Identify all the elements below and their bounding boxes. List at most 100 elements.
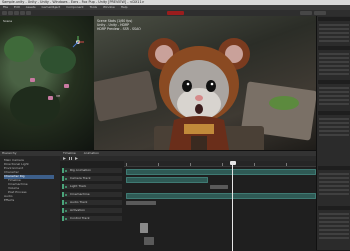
mouse-character <box>148 38 250 150</box>
inspector-field[interactable] <box>319 32 349 34</box>
hierarchy-tab[interactable]: Hierarchy <box>0 151 60 156</box>
foliage <box>4 36 34 62</box>
inspector-field[interactable] <box>319 61 349 63</box>
inspector-field[interactable] <box>319 185 349 187</box>
hierarchy-panel: Hierarchy Main Camera Directional Light … <box>0 150 60 251</box>
inspector-field[interactable] <box>319 95 349 97</box>
inspector-field[interactable] <box>319 69 349 71</box>
track-name: Audio Track <box>70 200 88 204</box>
scene-view-left[interactable]: Scene VH <box>0 16 94 150</box>
timeline-clip[interactable] <box>126 192 316 199</box>
track-header[interactable]: Camera Track <box>62 176 122 181</box>
inspector-panel <box>316 16 350 250</box>
inspector-field[interactable] <box>319 213 349 215</box>
inspector-field[interactable] <box>319 221 349 223</box>
stats-overlay: Scene Stats (1/60 fps) Unity - Unity - H… <box>97 19 141 32</box>
view-label: Scene <box>3 19 13 23</box>
inspector-field[interactable] <box>319 225 349 227</box>
menu-tools[interactable]: Tools <box>90 5 97 9</box>
playhead[interactable] <box>232 161 233 251</box>
inspector-field[interactable] <box>319 118 349 120</box>
inspector-field[interactable] <box>319 65 349 67</box>
inspector-section-header[interactable] <box>318 166 350 170</box>
inspector-field[interactable] <box>319 36 349 38</box>
inspector-field[interactable] <box>319 237 349 239</box>
inspector-section-header[interactable] <box>318 206 350 210</box>
inspector-field[interactable] <box>319 91 349 93</box>
inspector-field[interactable] <box>319 73 349 75</box>
timeline-ruler[interactable] <box>124 161 316 167</box>
ruler-tick <box>254 163 255 166</box>
menu-gameobject[interactable]: GameObject <box>42 5 61 9</box>
inspector-field[interactable] <box>319 217 349 219</box>
foliage <box>40 46 76 74</box>
timeline-clip[interactable] <box>140 223 148 233</box>
inspector-section-header[interactable] <box>318 46 350 50</box>
tab-animation[interactable]: Animation <box>84 151 99 155</box>
layers-dropdown[interactable] <box>300 11 312 15</box>
inspector-field[interactable] <box>319 99 349 101</box>
menu-component[interactable]: Component <box>66 5 83 9</box>
gizmo-marker[interactable] <box>30 78 35 82</box>
inspector-field[interactable] <box>319 53 349 55</box>
rotate-tool-button[interactable] <box>14 11 19 15</box>
track-name: Control Track <box>70 216 90 220</box>
inspector-field[interactable] <box>319 87 349 89</box>
game-view[interactable]: Scene Stats (1/60 fps) Unity - Unity - H… <box>94 16 316 150</box>
moss <box>269 96 299 110</box>
layout-dropdown[interactable] <box>314 11 326 15</box>
inspector-field[interactable] <box>319 173 349 175</box>
inspector-field[interactable] <box>319 181 349 183</box>
inspector-field[interactable] <box>319 122 349 124</box>
inspector-field[interactable] <box>319 229 349 231</box>
ruler-tick <box>222 163 223 166</box>
inspector-section-header[interactable] <box>318 111 350 115</box>
inspector-field[interactable] <box>319 24 349 26</box>
track-header[interactable]: Rig Animation <box>62 168 122 173</box>
inspector-field[interactable] <box>319 177 349 179</box>
timeline-clip[interactable] <box>210 184 228 189</box>
inspector-field[interactable] <box>319 189 349 191</box>
track-name: Camera Track <box>70 176 91 180</box>
inspector-field[interactable] <box>319 103 349 105</box>
inspector-section-header[interactable] <box>318 80 350 84</box>
hierarchy-item[interactable]: Effects <box>4 198 54 203</box>
timeline-clip[interactable] <box>144 237 154 245</box>
menu-help[interactable]: Help <box>121 5 128 9</box>
inspector-field[interactable] <box>319 134 349 136</box>
rect-tool-button[interactable] <box>26 11 31 15</box>
gizmo-marker[interactable] <box>64 84 69 88</box>
hierarchy-item[interactable]: Post Process <box>8 190 58 195</box>
menu-assets[interactable]: Assets <box>26 5 36 9</box>
menu-file[interactable]: File <box>3 5 8 9</box>
inspector-field[interactable] <box>319 233 349 235</box>
timeline-clip[interactable] <box>126 176 208 183</box>
inspector-field[interactable] <box>319 28 349 30</box>
track-name: Activation <box>70 208 86 212</box>
tab-timeline[interactable]: Timeline <box>63 151 76 155</box>
track-name: Rig Animation <box>70 168 92 172</box>
track-header[interactable]: Audio Track <box>62 200 122 205</box>
move-tool-button[interactable] <box>8 11 13 15</box>
inspector-field[interactable] <box>319 126 349 128</box>
inspector-field[interactable] <box>319 40 349 42</box>
inspector-field[interactable] <box>319 130 349 132</box>
hand-tool-button[interactable] <box>2 11 7 15</box>
play-controls[interactable] <box>167 11 184 15</box>
timeline-clip[interactable] <box>126 168 316 175</box>
track-header[interactable]: Light Track <box>62 184 122 189</box>
track-header[interactable]: Cinemachine <box>62 192 122 197</box>
playback-controls-icon[interactable] <box>63 157 83 160</box>
ruler-tick <box>158 163 159 166</box>
scale-tool-button[interactable] <box>20 11 25 15</box>
gizmo-marker[interactable] <box>48 96 53 100</box>
menu-window[interactable]: Window <box>103 5 115 9</box>
menu-edit[interactable]: Edit <box>14 5 20 9</box>
axis-gizmo-icon[interactable] <box>70 34 86 50</box>
timeline-clip[interactable] <box>126 200 156 205</box>
inspector-field[interactable] <box>319 193 349 195</box>
inspector-field[interactable] <box>319 57 349 59</box>
track-header[interactable]: Control Track <box>62 216 122 221</box>
track-header[interactable]: Activation <box>62 208 122 213</box>
inspector-header <box>318 17 350 21</box>
